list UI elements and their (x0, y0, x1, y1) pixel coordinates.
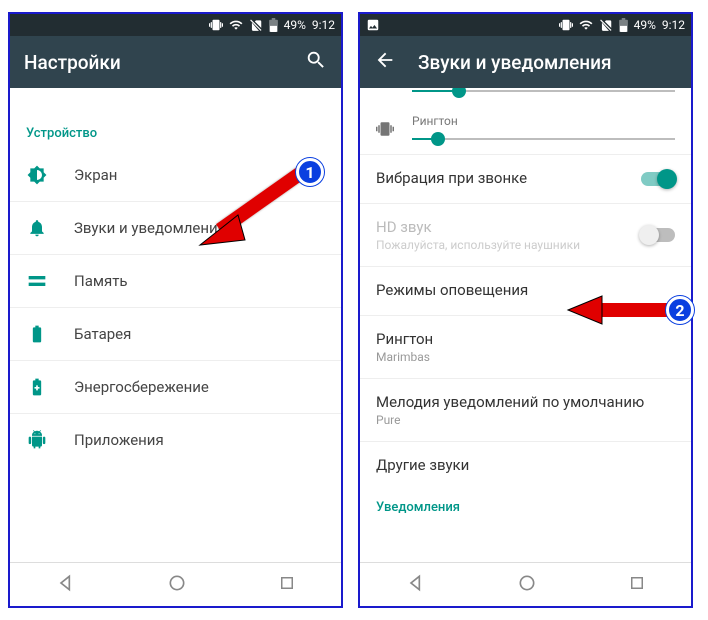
page-title: Звуки и уведомления (418, 51, 677, 74)
setting-label: Рингтон (376, 330, 675, 348)
nav-bar (360, 562, 691, 606)
back-button[interactable] (374, 49, 396, 75)
section-device: Устройство (10, 112, 341, 149)
default-notification-sound[interactable]: Мелодия уведомлений по умолчанию Pure (360, 378, 691, 441)
setting-label: Вибрация при звонке (376, 169, 629, 187)
nav-home[interactable] (167, 573, 187, 597)
battery-text: 49% (284, 18, 306, 32)
item-battery[interactable]: Батарея (10, 308, 341, 361)
vibrate-icon (559, 18, 573, 32)
no-sim-icon (249, 18, 263, 32)
search-icon[interactable] (305, 49, 327, 75)
media-volume-row[interactable] (360, 88, 691, 106)
nav-recent[interactable] (628, 574, 646, 596)
media-slider[interactable] (412, 90, 675, 92)
item-label: Батарея (74, 325, 131, 343)
wifi-icon (579, 18, 593, 32)
time-text: 9:12 (662, 18, 685, 32)
battery-text: 49% (634, 18, 656, 32)
ringtone-slider-label: Рингтон (412, 114, 675, 128)
nav-back[interactable] (56, 573, 76, 597)
no-sim-icon (599, 18, 613, 32)
hd-sound: HD звук Пожалуйста, используйте наушники (360, 203, 691, 266)
ringtone-volume-row[interactable]: Рингтон (360, 106, 691, 154)
status-bar: 49% 9:12 (360, 14, 691, 36)
bell-icon (26, 218, 48, 238)
app-bar: Звуки и уведомления (360, 36, 691, 88)
battery-icon (619, 18, 628, 32)
item-apps[interactable]: Приложения (10, 414, 341, 466)
vibrate-volume-icon (376, 120, 396, 138)
battery-full-icon (26, 324, 48, 344)
vibrate-toggle[interactable] (641, 172, 675, 186)
setting-label: Мелодия уведомлений по умолчанию (376, 393, 675, 411)
nav-back[interactable] (406, 573, 426, 597)
item-label: Память (74, 272, 128, 290)
nav-bar (10, 562, 341, 606)
item-label: Энергосбережение (74, 378, 209, 396)
image-icon (366, 18, 380, 32)
page-title: Настройки (24, 51, 283, 74)
wifi-icon (229, 18, 243, 32)
ringtone-slider[interactable] (412, 138, 675, 140)
other-sounds[interactable]: Другие звуки (360, 441, 691, 490)
setting-label: Другие звуки (376, 456, 675, 474)
battery-saver-icon (26, 377, 48, 397)
nav-recent[interactable] (278, 574, 296, 596)
annotation-badge-1: 1 (296, 158, 324, 186)
setting-label: HD звук (376, 218, 629, 236)
battery-icon (269, 18, 278, 32)
item-power-saving[interactable]: Энергосбережение (10, 361, 341, 414)
annotation-arrow-2 (560, 290, 680, 330)
annotation-badge-2: 2 (666, 296, 694, 324)
item-storage[interactable]: Память (10, 255, 341, 308)
time-text: 9:12 (312, 18, 335, 32)
storage-icon (26, 271, 48, 291)
android-icon (26, 430, 48, 450)
setting-value: Marimbas (376, 350, 675, 364)
vibrate-icon (209, 18, 223, 32)
hd-toggle (641, 228, 675, 242)
section-notifications: Уведомления (360, 490, 691, 523)
display-icon (26, 165, 48, 185)
setting-value: Pure (376, 413, 675, 427)
nav-home[interactable] (517, 573, 537, 597)
app-bar: Настройки (10, 36, 341, 88)
vibrate-on-call[interactable]: Вибрация при звонке (360, 154, 691, 203)
item-label: Приложения (74, 431, 164, 449)
setting-sub: Пожалуйста, используйте наушники (376, 238, 629, 252)
status-bar: 49% 9:12 (10, 14, 341, 36)
item-label: Экран (74, 166, 117, 184)
phone-settings: 49% 9:12 Настройки Устройство Экран Звук… (8, 12, 343, 608)
